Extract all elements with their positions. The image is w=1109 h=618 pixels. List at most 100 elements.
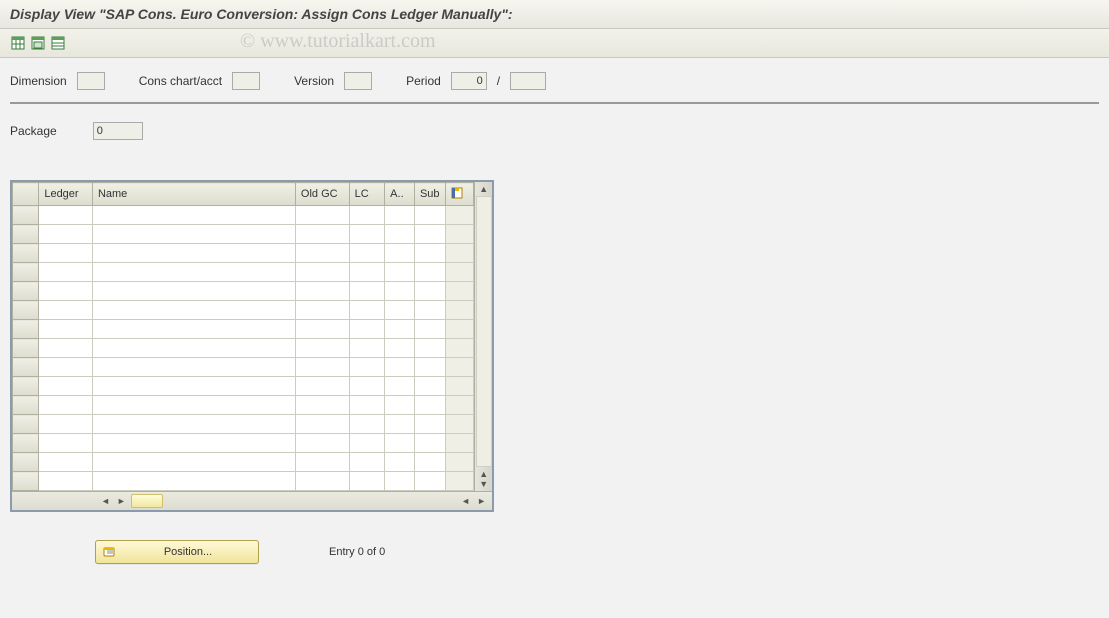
table-cell[interactable] [414,396,445,415]
col-name[interactable]: Name [92,183,295,206]
col-a[interactable]: A.. [385,183,415,206]
row-selector[interactable] [13,434,39,453]
table-cell[interactable] [385,263,415,282]
table-cell[interactable] [414,225,445,244]
table-cell[interactable] [295,472,349,491]
table-cell[interactable] [39,472,93,491]
row-selector[interactable] [13,244,39,263]
table-row[interactable] [13,396,474,415]
table-row[interactable] [13,434,474,453]
table-cell[interactable] [414,339,445,358]
table-cell[interactable] [385,244,415,263]
table-cell[interactable] [39,263,93,282]
scroll-down-icon-2[interactable]: ▼ [479,479,488,489]
table-configure-icon[interactable] [445,183,474,206]
table-cell[interactable] [349,206,385,225]
ledger-table[interactable]: Ledger Name Old GC LC A.. Sub [12,182,474,491]
scroll-thumb-horizontal[interactable] [131,494,163,508]
toolbar-btn-deselect-all[interactable] [50,35,66,51]
table-cell[interactable] [39,453,93,472]
table-cell[interactable] [349,282,385,301]
table-cell[interactable] [385,339,415,358]
table-cell[interactable] [39,301,93,320]
table-cell[interactable] [349,320,385,339]
table-cell[interactable] [295,358,349,377]
period-field[interactable]: 0 [451,72,487,90]
col-lc[interactable]: LC [349,183,385,206]
table-cell[interactable] [414,244,445,263]
table-row[interactable] [13,472,474,491]
row-selector[interactable] [13,472,39,491]
table-cell[interactable] [414,453,445,472]
table-row[interactable] [13,320,474,339]
version-field[interactable] [344,72,372,90]
table-cell[interactable] [349,301,385,320]
table-cell[interactable] [295,396,349,415]
table-cell[interactable] [349,434,385,453]
table-cell[interactable] [414,263,445,282]
table-cell[interactable] [349,263,385,282]
table-cell[interactable] [92,206,295,225]
table-cell[interactable] [295,320,349,339]
table-cell[interactable] [39,225,93,244]
table-cell[interactable] [39,358,93,377]
select-all-corner[interactable] [13,183,39,206]
scroll-left-icon[interactable]: ◄ [99,496,112,506]
toolbar-btn-select-all[interactable] [30,35,46,51]
period-year-field[interactable] [510,72,546,90]
table-cell[interactable] [39,339,93,358]
row-selector[interactable] [13,282,39,301]
table-row[interactable] [13,301,474,320]
table-cell[interactable] [414,282,445,301]
table-row[interactable] [13,453,474,472]
scroll-down-icon[interactable]: ▲ [479,469,488,479]
table-cell[interactable] [349,225,385,244]
table-cell[interactable] [414,206,445,225]
table-cell[interactable] [414,434,445,453]
table-cell[interactable] [414,320,445,339]
table-cell[interactable] [414,415,445,434]
table-cell[interactable] [385,453,415,472]
table-cell[interactable] [92,263,295,282]
table-cell[interactable] [39,282,93,301]
row-selector[interactable] [13,301,39,320]
table-cell[interactable] [295,282,349,301]
table-cell[interactable] [295,301,349,320]
table-cell[interactable] [39,206,93,225]
row-selector[interactable] [13,339,39,358]
table-cell[interactable] [295,244,349,263]
table-cell[interactable] [39,377,93,396]
toolbar-btn-table-settings[interactable] [10,35,26,51]
table-cell[interactable] [92,225,295,244]
table-cell[interactable] [414,301,445,320]
table-cell[interactable] [295,225,349,244]
table-cell[interactable] [92,244,295,263]
table-cell[interactable] [92,415,295,434]
table-cell[interactable] [92,301,295,320]
table-cell[interactable] [92,358,295,377]
scroll-up-icon[interactable]: ▲ [479,184,488,194]
table-cell[interactable] [349,396,385,415]
table-row[interactable] [13,377,474,396]
table-cell[interactable] [295,263,349,282]
table-cell[interactable] [385,415,415,434]
table-row[interactable] [13,244,474,263]
table-cell[interactable] [39,320,93,339]
scroll-left-end-icon[interactable]: ◄ [459,496,472,506]
table-cell[interactable] [349,453,385,472]
table-cell[interactable] [92,339,295,358]
row-selector[interactable] [13,320,39,339]
table-cell[interactable] [92,472,295,491]
table-cell[interactable] [39,396,93,415]
dimension-field[interactable] [77,72,105,90]
table-row[interactable] [13,225,474,244]
table-cell[interactable] [295,453,349,472]
table-cell[interactable] [92,320,295,339]
table-cell[interactable] [414,358,445,377]
col-ledger[interactable]: Ledger [39,183,93,206]
table-cell[interactable] [349,358,385,377]
col-old-gc[interactable]: Old GC [295,183,349,206]
col-sub[interactable]: Sub [414,183,445,206]
scroll-track-vertical[interactable] [476,196,492,467]
table-cell[interactable] [385,225,415,244]
